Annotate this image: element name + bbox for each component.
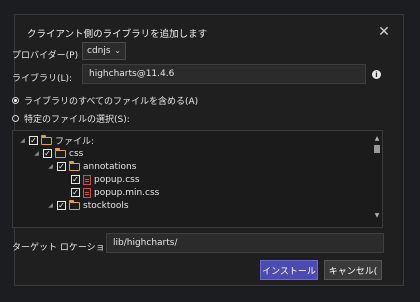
scrollbar-thumb[interactable] [374,145,380,153]
expander-icon[interactable]: ◢ [33,150,40,157]
provider-label: プロバイダー(P) [12,51,79,61]
expander-icon[interactable]: ◢ [19,137,26,144]
tree-item-root[interactable]: ◢ ✓ ファイル: [19,134,94,147]
tree-item-css[interactable]: ◢ ✓ css [33,147,83,160]
target-location-value: lib/highcharts/ [113,238,178,248]
checkbox-icon[interactable]: ✓ [57,201,66,210]
checkbox-icon[interactable]: ✓ [43,149,52,158]
tree-item-popup-css[interactable]: ✓ popup.css [71,173,140,186]
scroll-up-icon[interactable]: ▲ [373,135,381,142]
tree-item-label: stocktools [83,200,129,211]
tree-item-label: popup.min.css [94,187,160,198]
install-button[interactable]: インストール [260,260,318,280]
tree-item-stocktools[interactable]: ◢ ✓ stocktools [47,199,129,212]
css-file-icon [83,187,91,198]
tree-item-label: ファイル: [55,137,95,147]
tree-item-annotations[interactable]: ◢ ✓ annotations [47,160,136,173]
radio-include-all-files[interactable]: ライブラリのすべてのファイルを含める(A) [12,94,198,107]
library-input[interactable]: highcharts@11.4.6 [82,64,366,84]
checkbox-icon[interactable]: ✓ [57,162,66,171]
checkbox-icon[interactable]: ✓ [71,175,80,184]
cancel-button[interactable]: キャンセル( [324,260,382,280]
provider-dropdown[interactable]: cdnjs ⌄ [82,42,126,60]
tree-item-label: popup.css [94,174,140,185]
tree-item-label: css [69,148,84,159]
close-icon[interactable]: ✕ [375,23,393,41]
radio-choose-specific-files[interactable]: 特定のファイルの選択(S): [12,112,130,125]
checkbox-icon[interactable]: ✓ [29,136,38,145]
tree-scrollbar[interactable]: ▲ ▼ [372,131,382,227]
chevron-down-icon: ⌄ [114,46,121,55]
tree-item-label: annotations [83,161,137,172]
provider-selected-value: cdnjs [87,46,111,56]
dialog-title: クライアント側のライブラリを追加します [27,29,208,40]
target-location-input[interactable]: lib/highcharts/ [106,233,384,253]
folder-icon [54,147,66,158]
radio-button-unselected[interactable] [12,115,19,122]
title-bar: クライアント側のライブラリを追加します ✕ [15,15,403,49]
include-all-files-label: ライブラリのすべてのファイルを含める(A) [24,97,199,107]
expander-icon[interactable]: ◢ [47,163,54,170]
library-input-value: highcharts@11.4.6 [89,69,175,79]
folder-icon [68,160,80,171]
folder-icon [68,199,80,210]
info-icon[interactable]: i [372,70,381,79]
scroll-down-icon[interactable]: ▼ [373,212,381,219]
library-label: ライブラリ(L): [12,74,73,84]
tree-item-popup-min-css[interactable]: ✓ popup.min.css [71,186,159,199]
checkbox-icon[interactable]: ✓ [71,188,80,197]
file-tree[interactable]: ◢ ✓ ファイル: ◢ ✓ css ◢ ✓ annotations ✓ popu… [12,130,383,228]
choose-specific-files-label: 特定のファイルの選択(S): [24,115,130,125]
css-file-icon [83,174,91,185]
expander-icon[interactable]: ◢ [47,202,54,209]
folder-icon [40,134,52,145]
radio-button-selected[interactable] [12,97,19,104]
